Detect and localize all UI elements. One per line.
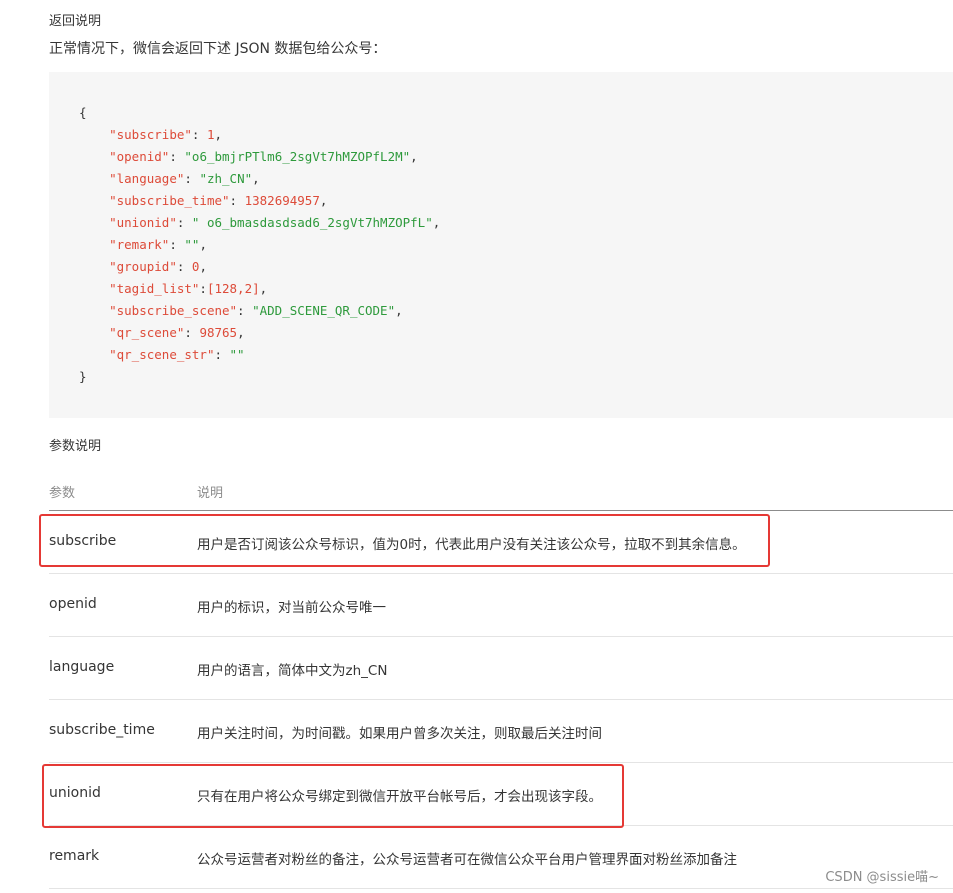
code-value: 1: [206, 127, 215, 142]
code-line: "tagid_list":[128,2],: [109, 281, 268, 296]
code-value: "o6_bmjrPTlm6_2sgVt7hMZOPfL2M": [184, 149, 411, 164]
param-name: subscribe_time: [49, 722, 155, 738]
code-key: "language": [109, 171, 185, 186]
code-value: "ADD_SCENE_QR_CODE": [252, 303, 396, 318]
code-line: "groupid": 0,: [109, 259, 207, 274]
code-line: "qr_scene": 98765,: [109, 325, 245, 340]
code-line: "openid": "o6_bmjrPTlm6_2sgVt7hMZOPfL2M"…: [109, 149, 418, 164]
code-key: "unionid": [109, 215, 177, 230]
code-key: "openid": [109, 149, 170, 164]
table-row: openid 用户的标识，对当前公众号唯一: [49, 574, 953, 637]
table-header: 参数 说明: [49, 468, 953, 511]
intro-text: 正常情况下，微信会返回下述 JSON 数据包给公众号：: [49, 41, 387, 57]
table-row: language 用户的语言，简体中文为zh_CN: [49, 637, 953, 700]
param-desc: 用户关注时间，为时间戳。如果用户曾多次关注，则取最后关注时间: [197, 726, 602, 742]
header-desc: 说明: [197, 486, 224, 501]
highlight-box-subscribe: [39, 514, 770, 567]
header-param: 参数: [49, 486, 76, 501]
code-brace: }: [79, 369, 87, 384]
highlight-box-unionid: [42, 764, 624, 828]
table-row: remark 公众号运营者对粉丝的备注，公众号运营者可在微信公众平台用户管理界面对…: [49, 826, 953, 889]
json-code-block: { "subscribe": 1, "openid": "o6_bmjrPTlm…: [49, 72, 953, 418]
return-section-title: 返回说明: [49, 14, 102, 29]
code-key: "qr_scene_str": [109, 347, 215, 362]
param-desc: 公众号运营者对粉丝的备注，公众号运营者可在微信公众平台用户管理界面对粉丝添加备注: [197, 852, 737, 868]
code-key: "tagid_list": [109, 281, 200, 296]
code-value: "": [184, 237, 200, 252]
code-line: }: [79, 366, 953, 388]
params-section-title: 参数说明: [49, 439, 102, 454]
param-name: remark: [49, 848, 100, 864]
param-name: openid: [49, 596, 97, 612]
code-line: "remark": "",: [109, 237, 207, 252]
code-brace: {: [79, 105, 87, 120]
code-key: "qr_scene": [109, 325, 185, 340]
watermark: CSDN @sissie喵~: [825, 870, 939, 885]
code-key: "remark": [109, 237, 170, 252]
code-value: [128,2]: [206, 281, 260, 296]
code-line: "subscribe": 1,: [109, 127, 223, 142]
code-value: 1382694957: [244, 193, 320, 208]
code-key: "subscribe_time": [109, 193, 230, 208]
code-value: "": [229, 347, 245, 362]
code-line: "qr_scene_str": "": [109, 347, 245, 362]
code-value: "zh_CN": [199, 171, 253, 186]
code-line: "language": "zh_CN",: [109, 171, 260, 186]
code-value: " o6_bmasdasdsad6_2sgVt7hMZOPfL": [191, 215, 433, 230]
param-desc: 用户的标识，对当前公众号唯一: [197, 600, 386, 616]
code-key: "groupid": [109, 259, 177, 274]
code-key: "subscribe": [109, 127, 192, 142]
table-row: subscribe_time 用户关注时间，为时间戳。如果用户曾多次关注，则取最后…: [49, 700, 953, 763]
code-line: {: [79, 102, 953, 124]
code-line: "subscribe_scene": "ADD_SCENE_QR_CODE",: [109, 303, 403, 318]
param-name: language: [49, 659, 115, 675]
param-desc: 用户的语言，简体中文为zh_CN: [197, 663, 388, 679]
code-value: 98765: [199, 325, 238, 340]
code-key: "subscribe_scene": [109, 303, 238, 318]
code-line: "subscribe_time": 1382694957,: [109, 193, 328, 208]
code-line: "unionid": " o6_bmasdasdsad6_2sgVt7hMZOP…: [109, 215, 441, 230]
